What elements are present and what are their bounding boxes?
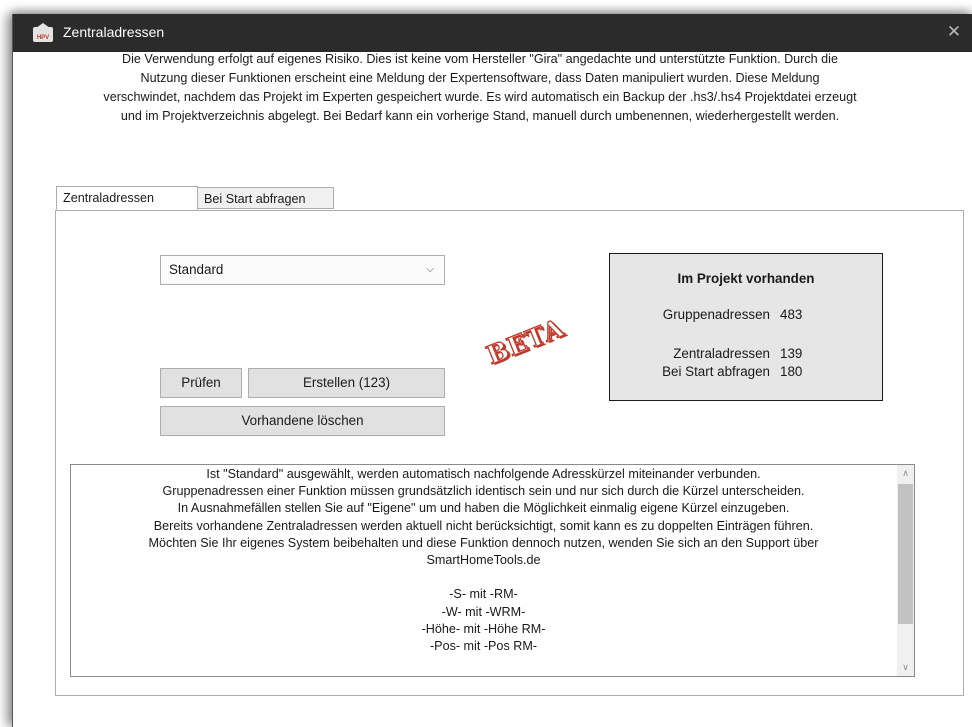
info-value: 139 [780, 346, 803, 361]
info-label: Bei Start abfragen [662, 364, 770, 379]
check-button[interactable]: Prüfen [160, 368, 242, 398]
info-value: 483 [780, 307, 803, 322]
help-line: Ist "Standard" ausgewählt, werden automa… [206, 467, 761, 481]
help-line: -Höhe- mit -Höhe RM- [421, 621, 546, 636]
tab-bei-start-abfragen[interactable]: Bei Start abfragen [197, 187, 334, 209]
help-text: Ist "Standard" ausgewählt, werden automa… [71, 466, 896, 655]
help-line: Möchten Sie Ihr eigenes System beibehalt… [148, 535, 819, 550]
help-line: -Pos- mit -Pos RM- [429, 639, 538, 654]
project-info-panel: Im Projekt vorhanden Gruppenadressen 483… [609, 253, 883, 401]
help-line: In Ausnahmefällen stellen Sie auf "Eigen… [177, 501, 790, 516]
delete-existing-button[interactable]: Vorhandene löschen [160, 406, 445, 436]
info-label: Zentraladressen [673, 346, 770, 361]
project-info-title: Im Projekt vorhanden [677, 271, 815, 286]
scroll-down-icon[interactable]: ∨ [897, 659, 914, 676]
disclaimer-line: verschwindet, nachdem das Projekt im Exp… [103, 90, 857, 104]
title-bar[interactable]: HPV Zentraladressen ✕ [13, 14, 972, 52]
info-label: Gruppenadressen [662, 307, 770, 322]
disclaimer-line: und im Projektverzeichnis abgelegt. Bei … [120, 109, 840, 123]
mode-select[interactable]: Standard ⌵ [160, 255, 445, 285]
create-button[interactable]: Erstellen (123) [248, 368, 445, 398]
help-line: SmartHomeTools.de [426, 553, 541, 568]
scroll-thumb[interactable] [898, 484, 913, 624]
tab-zentraladressen[interactable]: Zentraladressen [56, 186, 198, 210]
help-line: -W- mit -WRM- [441, 604, 526, 619]
help-line: Gruppenadressen einer Funktion müssen gr… [162, 484, 805, 499]
help-line [71, 569, 896, 586]
app-logo-text: HPV [36, 35, 50, 41]
vertical-scrollbar[interactable]: ∧ ∨ [897, 465, 914, 676]
help-line: -S- mit -RM- [449, 587, 518, 602]
chevron-down-icon: ⌵ [426, 264, 434, 275]
window-title: Zentraladressen [63, 24, 165, 40]
disclaimer-text: Die Verwendung erfolgt auf eigenes Risik… [12, 50, 948, 126]
scroll-up-icon[interactable]: ∧ [897, 465, 914, 482]
help-line: Bereits vorhandene Zentraladressen werde… [153, 518, 814, 533]
disclaimer-line: Nutzung dieser Funktionen erscheint eine… [140, 71, 820, 85]
app-logo-icon: HPV [33, 23, 53, 42]
help-textbox[interactable]: Ist "Standard" ausgewählt, werden automa… [70, 464, 915, 677]
disclaimer-line: Die Verwendung erfolgt auf eigenes Risik… [122, 52, 838, 66]
info-value: 180 [780, 364, 803, 379]
close-icon[interactable]: ✕ [945, 23, 963, 41]
mode-select-value: Standard [169, 262, 224, 277]
